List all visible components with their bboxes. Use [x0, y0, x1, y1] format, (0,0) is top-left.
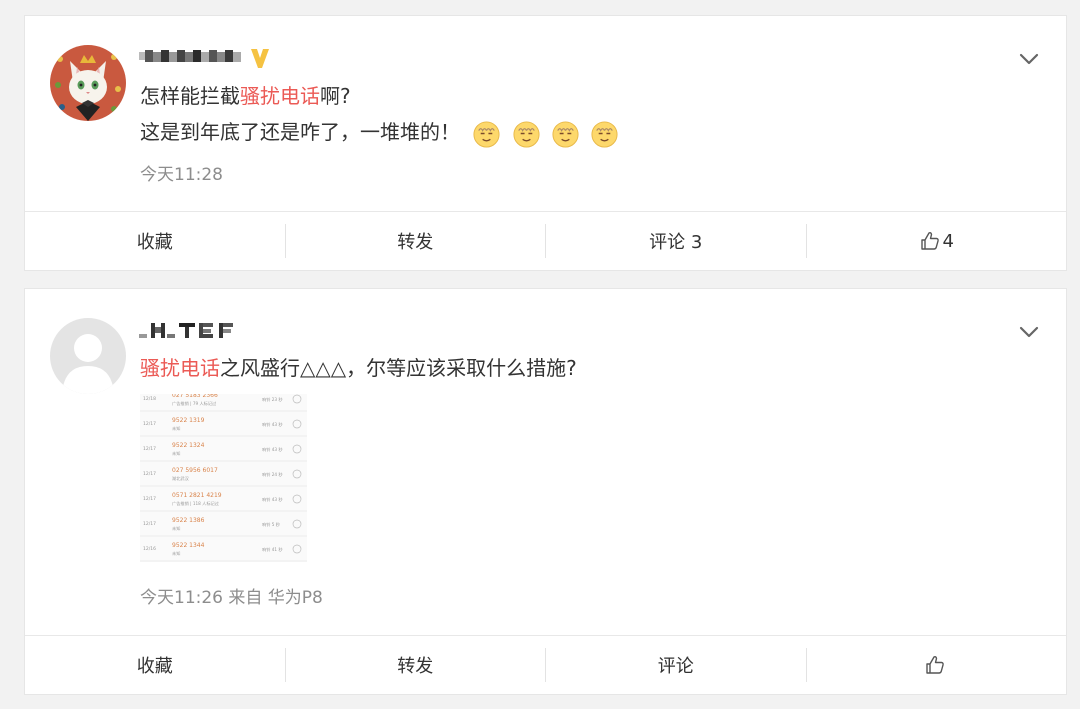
- chevron-down-icon[interactable]: [1016, 319, 1042, 345]
- post-text-plain: 这是到年底了还是咋了，一堆堆的！: [140, 120, 460, 144]
- pixelated-username-icon: [139, 49, 269, 68]
- verified-v-badge-icon: [251, 49, 269, 68]
- dizzy-face-emoji-icon: [552, 120, 579, 148]
- hashtag-link[interactable]: 骚扰电话: [240, 84, 320, 108]
- thumbs-up-icon: [926, 656, 945, 674]
- post-text-plain: 之风盛行△△△，尔等应该采取什么措施?: [220, 356, 577, 380]
- thumb-info-icon: [292, 419, 302, 429]
- post-text-line-1: 骚扰电话之风盛行△△△，尔等应该采取什么措施?: [140, 354, 577, 382]
- like-button[interactable]: [807, 648, 1067, 682]
- repost-button[interactable]: 转发: [286, 224, 546, 258]
- thumb-date: 12/17: [143, 521, 156, 527]
- thumb-number: 9522 1319: [172, 417, 205, 424]
- dizzy-face-emoji-icon: [591, 120, 618, 148]
- attached-image[interactable]: 12/18 027 5183 2366 广告推销 | 79 人标记过 响铃 23 秒 1…: [140, 394, 307, 562]
- chevron-down-icon[interactable]: [1016, 46, 1042, 72]
- post-text-line-1: 怎样能拦截骚扰电话啊?: [140, 82, 351, 110]
- thumb-date: 12/17: [143, 496, 156, 502]
- post-text-plain: 怎样能拦截: [140, 84, 240, 108]
- thumb-number: 027 5956 6017: [172, 467, 218, 474]
- favorite-button[interactable]: 收藏: [25, 224, 286, 258]
- thumb-number: 9522 1344: [172, 542, 205, 549]
- comment-button[interactable]: 评论: [546, 648, 807, 682]
- favorite-button[interactable]: 收藏: [25, 648, 286, 682]
- post-timestamp: 今天11:28: [140, 165, 223, 185]
- default-user-avatar-icon: [50, 318, 126, 394]
- thumb-note: 未知: [172, 450, 180, 457]
- thumb-note: 湖北武汉: [172, 475, 190, 482]
- emoji-group: [472, 119, 623, 149]
- action-bar: 收藏 转发 评论: [25, 635, 1066, 694]
- thumb-duration: 响铃 43 秒: [262, 496, 283, 503]
- like-count: 4: [942, 230, 954, 252]
- like-button[interactable]: 4: [807, 224, 1067, 258]
- username[interactable]: [139, 319, 249, 343]
- thumb-duration: 响铃 41 秒: [262, 546, 283, 553]
- call-log-screenshot: 12/18 027 5183 2366广告推销 | 79 人标记过 响铃 23 秒 1…: [140, 394, 307, 562]
- thumb-number: 9522 1324: [172, 442, 205, 449]
- thumb-note: 未知: [172, 425, 180, 432]
- thumb-info-icon: [292, 444, 302, 454]
- username[interactable]: [139, 46, 269, 70]
- avatar[interactable]: [50, 45, 126, 121]
- thumb-date: 12/18: [143, 396, 156, 402]
- thumb-info-icon: [292, 394, 302, 404]
- thumb-duration: 响铃 43 秒: [262, 421, 283, 428]
- thumb-note: 未知: [172, 550, 180, 557]
- thumb-note: 广告推销 | 79 人标记过: [172, 400, 217, 407]
- pixelated-username-icon: [139, 323, 233, 338]
- action-bar: 收藏 转发 评论 3 4: [25, 211, 1066, 270]
- thumb-info-icon: [292, 519, 302, 529]
- thumb-note: 未知: [172, 525, 180, 532]
- thumb-duration: 响铃 24 秒: [262, 471, 283, 478]
- thumb-date: 12/17: [143, 446, 156, 452]
- thumb-number: 0571 2821 4219: [172, 492, 222, 499]
- thumb-info-icon: [292, 494, 302, 504]
- thumb-note: 广告推销 | 118 人标记过: [172, 500, 220, 507]
- thumb-date: 12/17: [143, 421, 156, 427]
- thumb-info-icon: [292, 544, 302, 554]
- thumb-number: 027 5183 2366: [172, 394, 218, 399]
- dizzy-face-emoji-icon: [473, 120, 500, 148]
- cat-avatar-icon: [50, 45, 126, 121]
- post-text-plain: 啊?: [320, 84, 351, 108]
- post-card: 骚扰电话之风盛行△△△，尔等应该采取什么措施? 12/18 027 5183 23…: [24, 288, 1067, 695]
- dizzy-face-emoji-icon: [513, 120, 540, 148]
- hashtag-link[interactable]: 骚扰电话: [140, 356, 220, 380]
- thumb-info-icon: [292, 469, 302, 479]
- thumb-date: 12/16: [143, 546, 156, 552]
- thumbs-up-icon: [920, 232, 939, 250]
- post-timestamp: 今天11:26 来自 华为P8: [140, 588, 323, 608]
- thumb-duration: 响铃 23 秒: [262, 396, 283, 403]
- repost-button[interactable]: 转发: [286, 648, 546, 682]
- avatar[interactable]: [50, 318, 126, 394]
- thumb-duration: 响铃 43 秒: [262, 446, 283, 453]
- thumb-duration: 响铃 5 秒: [262, 521, 280, 528]
- post-card: 怎样能拦截骚扰电话啊? 这是到年底了还是咋了，一堆堆的！ 今天11:28 收藏 …: [24, 15, 1067, 271]
- comment-button[interactable]: 评论 3: [546, 224, 807, 258]
- post-text-line-2: 这是到年底了还是咋了，一堆堆的！: [140, 118, 623, 149]
- thumb-number: 9522 1386: [172, 517, 205, 524]
- thumb-date: 12/17: [143, 471, 156, 477]
